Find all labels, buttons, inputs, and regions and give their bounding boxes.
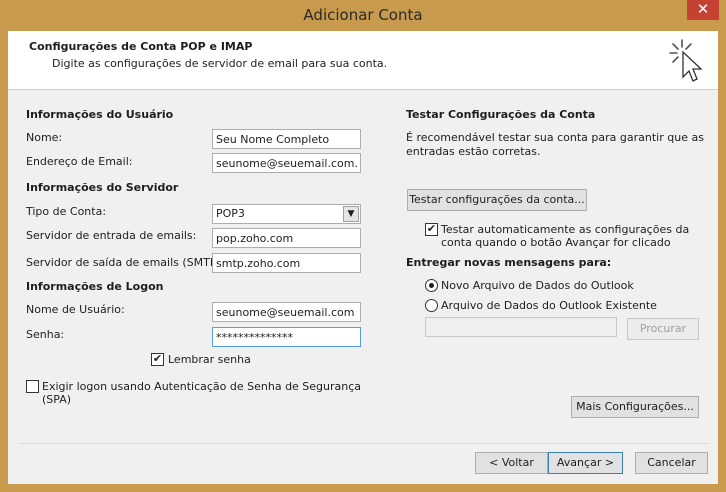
email-label: Endereço de Email: bbox=[26, 155, 133, 168]
user-info-section-title: Informações do Usuário bbox=[26, 108, 174, 121]
test-account-settings-button[interactable]: Testar configurações da conta... bbox=[407, 189, 587, 211]
email-input[interactable] bbox=[212, 153, 361, 173]
data-file-path-input[interactable] bbox=[425, 317, 617, 337]
username-label: Nome de Usuário: bbox=[26, 303, 125, 316]
existing-data-file-label: Arquivo de Dados do Outlook Existente bbox=[441, 299, 657, 312]
test-description-line1: É recomendável testar sua conta para gar… bbox=[406, 131, 704, 144]
header-title: Configurações de Conta POP e IMAP bbox=[29, 40, 253, 53]
existing-data-file-radio[interactable] bbox=[425, 299, 438, 312]
spa-label-line2: (SPA) bbox=[42, 393, 72, 406]
account-type-label: Tipo de Conta: bbox=[26, 205, 107, 218]
footer-divider bbox=[20, 443, 708, 444]
remember-password-label: Lembrar senha bbox=[168, 353, 251, 366]
dialog-header: Configurações de Conta POP e IMAP Digite… bbox=[8, 31, 718, 90]
check-icon: ✔ bbox=[426, 222, 437, 235]
back-button[interactable]: < Voltar bbox=[475, 452, 548, 474]
spa-label-line1: Exigir logon usando Autenticação de Senh… bbox=[42, 380, 362, 393]
title-bar: Adicionar Conta ✕ bbox=[0, 0, 726, 31]
check-icon: ✔ bbox=[152, 352, 163, 365]
cancel-button[interactable]: Cancelar bbox=[635, 452, 708, 474]
browse-button[interactable]: Procurar bbox=[627, 318, 699, 340]
logon-info-section-title: Informações de Logon bbox=[26, 280, 164, 293]
dialog-client-area: Configurações de Conta POP e IMAP Digite… bbox=[8, 31, 718, 484]
new-data-file-radio[interactable] bbox=[425, 279, 438, 292]
auto-test-checkbox[interactable]: ✔ bbox=[425, 223, 438, 236]
auto-test-label-line1: Testar automaticamente as configurações … bbox=[441, 223, 690, 236]
cursor-click-icon bbox=[669, 39, 703, 82]
radio-selected-dot bbox=[429, 283, 434, 288]
spa-checkbox[interactable] bbox=[26, 380, 39, 393]
chevron-down-icon[interactable]: ▼ bbox=[343, 206, 359, 222]
close-button[interactable]: ✕ bbox=[687, 0, 719, 20]
incoming-server-label: Servidor de entrada de emails: bbox=[26, 229, 197, 242]
window-title: Adicionar Conta bbox=[303, 6, 423, 24]
name-input[interactable] bbox=[212, 129, 361, 149]
header-subtitle: Digite as configurações de servidor de e… bbox=[52, 57, 388, 70]
new-data-file-label: Novo Arquivo de Dados do Outlook bbox=[441, 279, 634, 292]
account-type-value: POP3 bbox=[216, 207, 245, 220]
incoming-server-input[interactable] bbox=[212, 228, 361, 248]
password-label: Senha: bbox=[26, 328, 65, 341]
outgoing-server-input[interactable] bbox=[212, 253, 361, 273]
password-input[interactable] bbox=[212, 327, 361, 347]
outgoing-server-label: Servidor de saída de emails (SMTP): bbox=[26, 256, 225, 269]
server-info-section-title: Informações do Servidor bbox=[26, 181, 179, 194]
next-button[interactable]: Avançar > bbox=[548, 452, 623, 474]
add-account-window: Adicionar Conta ✕ Configurações de Conta… bbox=[0, 0, 726, 492]
username-input[interactable] bbox=[212, 302, 361, 322]
delivery-section-title: Entregar novas mensagens para: bbox=[406, 256, 612, 269]
remember-password-checkbox[interactable]: ✔ bbox=[151, 353, 164, 366]
account-type-select[interactable]: POP3 ▼ bbox=[212, 204, 361, 224]
auto-test-label-line2: conta quando o botão Avançar for clicado bbox=[441, 236, 671, 249]
name-label: Nome: bbox=[26, 131, 63, 144]
more-settings-button[interactable]: Mais Configurações... bbox=[571, 396, 699, 418]
test-section-title: Testar Configurações da Conta bbox=[406, 108, 596, 121]
test-description-line2: entradas estão corretas. bbox=[406, 145, 541, 158]
